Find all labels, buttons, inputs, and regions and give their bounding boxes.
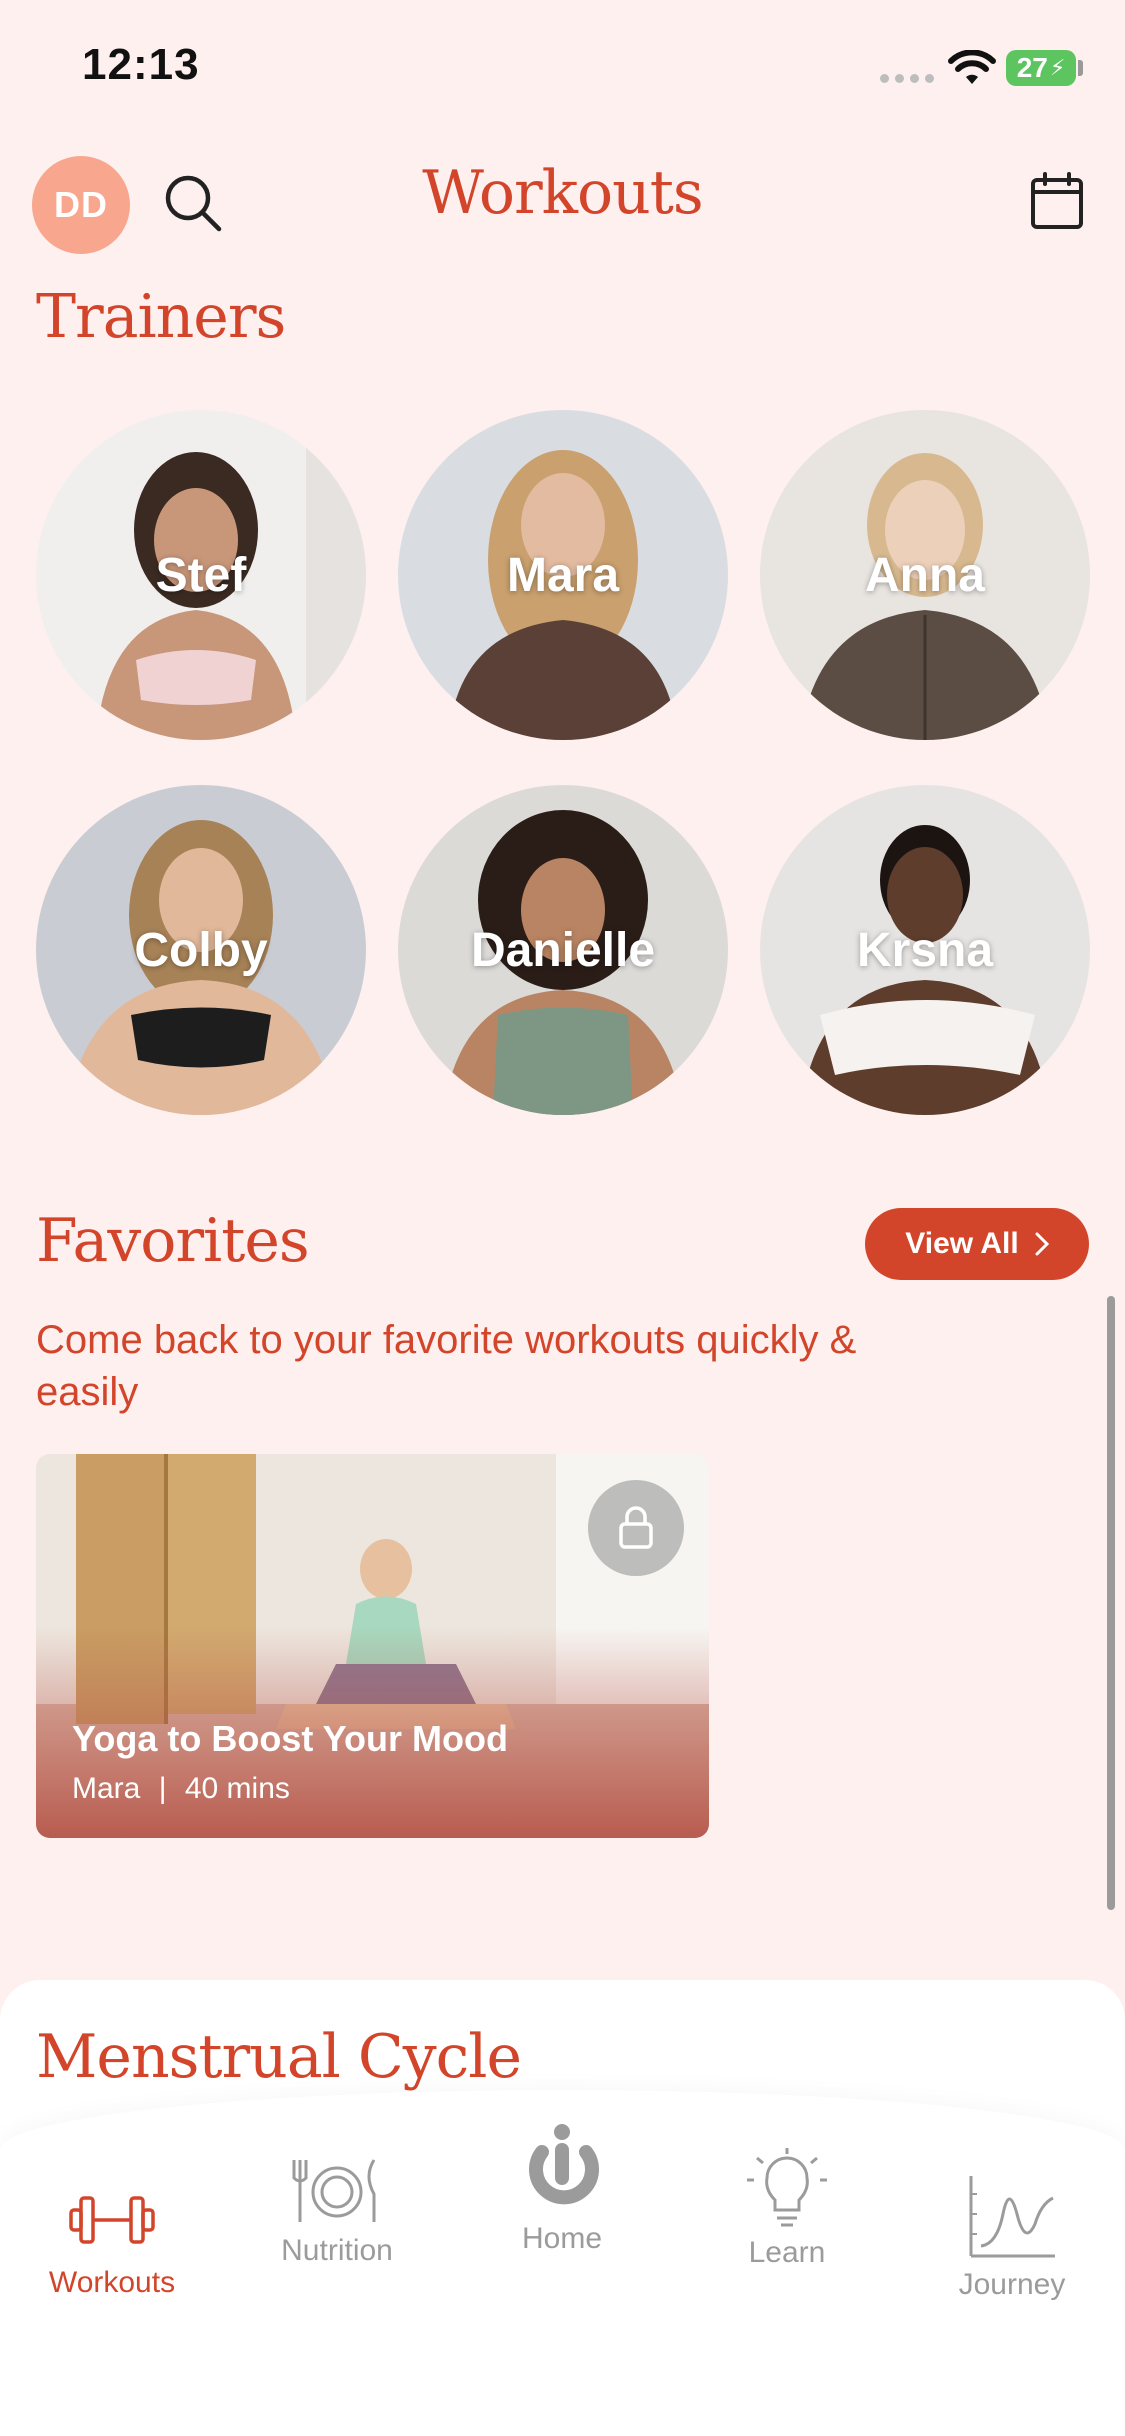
cellular-signal-icon: [880, 74, 934, 83]
tab-label: Workouts: [48, 2266, 176, 2299]
status-time: 12:13: [82, 40, 200, 89]
trainer-stef[interactable]: Stef: [36, 410, 366, 740]
tab-label: Home: [521, 2222, 603, 2255]
tab-label: Learn: [748, 2236, 826, 2269]
workout-card[interactable]: Yoga to Boost Your Mood Mara | 40 mins: [36, 1454, 709, 1838]
tab-label: Journey: [958, 2268, 1066, 2301]
workout-trainer: Mara: [72, 1772, 141, 1805]
trainer-name: Anna: [865, 548, 985, 602]
trainer-name: Krsna: [856, 923, 994, 977]
tab-home[interactable]: Home: [462, 2122, 662, 2256]
chart-line-icon: [969, 2176, 1055, 2258]
tab-nutrition[interactable]: Nutrition: [237, 2156, 437, 2268]
tab-bar: Workouts Nutrition Home Learn Journey: [0, 2090, 1125, 2436]
plate-cutlery-icon: [292, 2159, 376, 2222]
tab-workouts[interactable]: Workouts: [12, 2192, 212, 2300]
favorites-title: Favorites: [36, 1206, 310, 1276]
view-all-button[interactable]: View All: [865, 1208, 1089, 1280]
chevron-right-icon: [1035, 1232, 1049, 1256]
workout-duration: 40 mins: [184, 1772, 290, 1805]
trainer-name: Mara: [506, 548, 620, 602]
battery-tip: [1078, 60, 1083, 76]
scrollbar[interactable]: [1107, 1296, 1115, 1910]
wifi-icon: [948, 50, 996, 84]
menstrual-cycle-title: Menstrual Cycle: [36, 2022, 522, 2092]
workout-title: Yoga to Boost Your Mood: [72, 1718, 508, 1759]
trainer-anna[interactable]: Anna: [760, 410, 1090, 740]
tab-journey[interactable]: Journey: [912, 2174, 1112, 2302]
lock-icon: [619, 1506, 653, 1549]
lock-button[interactable]: [588, 1480, 684, 1576]
battery-indicator: 27 ⚡: [1006, 50, 1076, 86]
lightbulb-icon: [747, 2148, 827, 2227]
trainer-name: Danielle: [470, 923, 656, 977]
calendar-icon[interactable]: [1030, 172, 1084, 230]
trainer-mara[interactable]: Mara: [398, 410, 728, 740]
tab-learn[interactable]: Learn: [687, 2148, 887, 2270]
status-bar: 12:13 27 ⚡: [0, 0, 1125, 140]
favorites-subtitle: Come back to your favorite workouts quic…: [36, 1318, 857, 1414]
trainer-colby[interactable]: Colby: [36, 785, 366, 1115]
trainers-title: Trainers: [36, 282, 286, 352]
workout-meta: Mara | 40 mins: [72, 1772, 290, 1806]
trainer-danielle[interactable]: Danielle: [398, 785, 728, 1115]
home-logo-icon: [529, 2124, 599, 2205]
trainer-name: Colby: [134, 923, 268, 977]
trainer-krsna[interactable]: Krsna: [760, 785, 1090, 1115]
header: DD Workouts: [0, 150, 1125, 260]
battery-level: 27: [1016, 52, 1048, 83]
meta-separator: |: [158, 1772, 167, 1805]
tab-label: Nutrition: [281, 2234, 393, 2267]
dumbbell-icon: [69, 2196, 155, 2244]
trainer-name: Stef: [155, 548, 247, 602]
view-all-label: View All: [905, 1227, 1019, 1260]
page-title: Workouts: [422, 158, 703, 228]
